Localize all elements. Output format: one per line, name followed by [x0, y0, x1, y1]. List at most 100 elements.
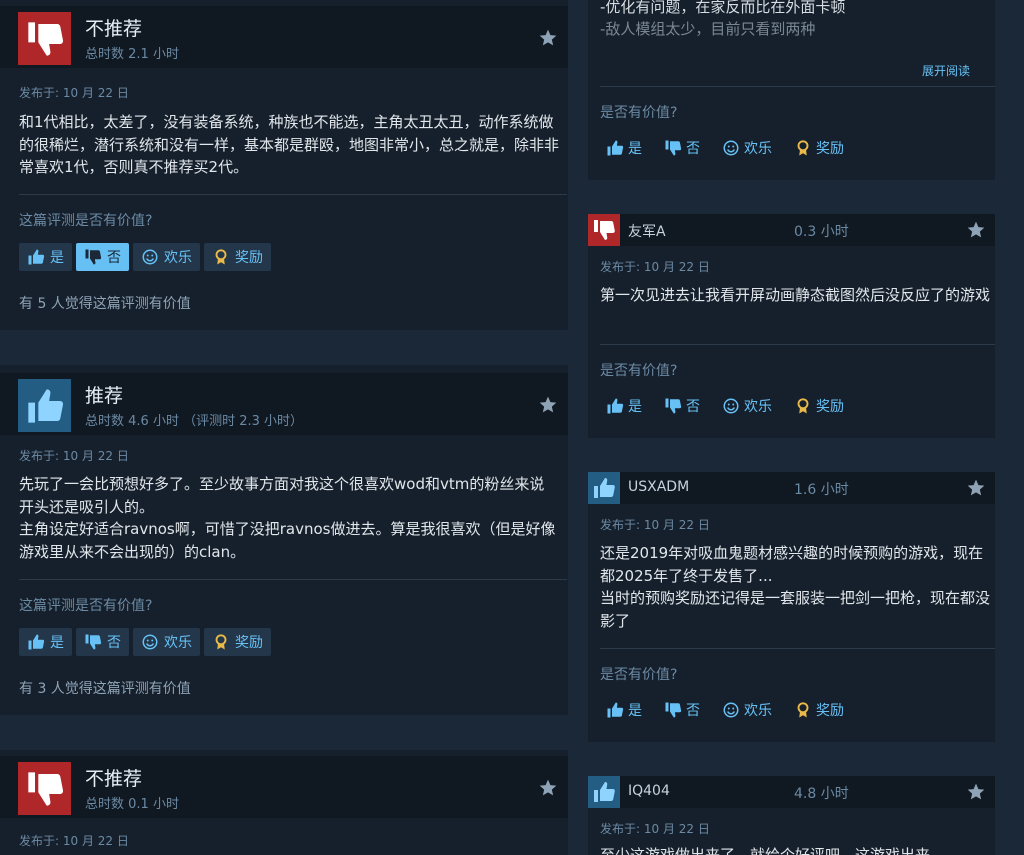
review-hours: 1.6 小时 [794, 482, 849, 498]
thumbs-down-icon [664, 701, 682, 719]
award-star-icon[interactable] [966, 782, 986, 802]
thumbs-down-icon [84, 248, 102, 266]
review-header[interactable]: 不推荐 总时数 0.1 小时 [0, 756, 568, 818]
review-text: 还是2019年对吸血鬼题材感兴趣的时候预购的游戏，现在都2025年了终于发售了.… [600, 542, 990, 632]
award-button[interactable]: 奖励 [204, 243, 271, 271]
award-star-icon[interactable] [538, 28, 558, 48]
vote-funny-button[interactable]: 欢乐 [133, 628, 200, 656]
thumbs-down-icon [18, 762, 71, 815]
vote-funny-label: 欢乐 [744, 399, 772, 415]
thumbs-up-icon [27, 248, 45, 266]
divider [600, 648, 995, 649]
review-hours: 4.8 小时 [794, 786, 849, 802]
review-posted-date: 发布于: 10 月 22 日 [600, 518, 710, 532]
review-text-line: 当时的预购奖励还记得是一套服装一把剑一把枪，现在都没影了 [600, 589, 991, 630]
thumbs-up-icon [588, 472, 620, 504]
vote-funny-label: 欢乐 [744, 703, 772, 719]
vote-no-button[interactable]: 否 [658, 696, 706, 724]
vote-yes-button[interactable]: 是 [600, 696, 648, 724]
review-hours: 0.3 小时 [794, 224, 849, 240]
award-star-icon[interactable] [538, 778, 558, 798]
thumbs-up-icon [606, 701, 624, 719]
vote-yes-button[interactable]: 是 [600, 392, 648, 420]
review-text: 先玩了一会比预想好多了。至少故事方面对我这个很喜欢wod和vtm的粉丝来说开头还… [19, 473, 559, 563]
thumbs-down-icon [588, 214, 620, 246]
award-medal-icon [794, 397, 812, 415]
thumbs-down-icon [84, 633, 102, 651]
helpful-question: 是否有价值? [600, 105, 678, 121]
review-text-line: 还是2019年对吸血鬼题材感兴趣的时候预购的游戏，现在都2025年了终于发售了.… [600, 544, 984, 585]
review-card: 推荐 总时数 4.6 小时 （评测时 2.3 小时） 发布于: 10 月 22 … [0, 365, 568, 715]
smile-icon [722, 701, 740, 719]
vote-no-button[interactable]: 否 [658, 392, 706, 420]
review-verdict: 不推荐 [85, 768, 143, 790]
review-text: 至少这游戏做出来了，就给个好评吧，这游戏出来 [600, 846, 931, 855]
review-text: 和1代相比，太差了，没有装备系统，种族也不能选，主角太丑太丑，动作系统做的很稀烂… [19, 113, 560, 176]
vote-funny-button[interactable]: 欢乐 [716, 134, 778, 162]
review-text-line: 主角设定好适合ravnos啊，可惜了没把ravnos做进去。算是我很喜欢（但是好… [19, 520, 556, 561]
award-button[interactable]: 奖励 [788, 134, 850, 162]
review-hours: 总时数 0.1 小时 [85, 797, 179, 812]
vote-no-button[interactable]: 否 [76, 243, 129, 271]
review-header[interactable]: 友军A 0.3 小时 [588, 214, 995, 246]
review-header[interactable]: 不推荐 总时数 2.1 小时 [0, 6, 568, 68]
vote-funny-label: 欢乐 [744, 141, 772, 157]
divider [600, 344, 995, 345]
vote-yes-label: 是 [50, 635, 64, 651]
reviewer-name[interactable]: IQ404 [628, 783, 670, 799]
smile-icon [722, 139, 740, 157]
review-header[interactable]: IQ404 4.8 小时 [588, 776, 995, 808]
award-label: 奖励 [816, 399, 844, 415]
review-text-line: -优化有问题，在家反而比在外面卡顿 [600, 0, 846, 16]
vote-no-button[interactable]: 否 [658, 134, 706, 162]
vote-yes-label: 是 [628, 399, 642, 415]
reviewer-name[interactable]: USXADM [628, 479, 689, 495]
thumbs-up-icon [606, 139, 624, 157]
thumbs-up-icon [27, 633, 45, 651]
helpful-question: 是否有价值? [600, 363, 678, 379]
vote-no-button[interactable]: 否 [76, 628, 129, 656]
award-star-icon[interactable] [538, 395, 558, 415]
award-label: 奖励 [816, 703, 844, 719]
review-hours: 总时数 2.1 小时 [85, 47, 179, 62]
review-posted-date: 发布于: 10 月 22 日 [600, 822, 710, 836]
smile-icon [722, 397, 740, 415]
review-header[interactable]: 推荐 总时数 4.6 小时 （评测时 2.3 小时） [0, 373, 568, 435]
vote-funny-button[interactable]: 欢乐 [716, 392, 778, 420]
right-review-column: -优化有问题，在家反而比在外面卡顿 -敌人模组太少，目前只看到两种 展开阅读 是… [588, 0, 1006, 855]
helpful-count: 有 3 人觉得这篇评测有价值 [19, 681, 191, 697]
vote-yes-label: 是 [50, 250, 64, 266]
divider [19, 579, 567, 580]
review-posted-date: 发布于: 10 月 22 日 [19, 86, 129, 100]
review-posted-date: 发布于: 10 月 22 日 [19, 834, 129, 848]
award-label: 奖励 [816, 141, 844, 157]
vote-yes-button[interactable]: 是 [19, 243, 72, 271]
award-star-icon[interactable] [966, 220, 986, 240]
review-posted-date: 发布于: 10 月 22 日 [600, 260, 710, 274]
review-header[interactable]: USXADM 1.6 小时 [588, 472, 995, 504]
review-verdict: 不推荐 [85, 18, 143, 40]
reviewer-name[interactable]: 友军A [628, 221, 666, 241]
expand-link[interactable]: 展开阅读 [922, 62, 970, 79]
award-button[interactable]: 奖励 [204, 628, 271, 656]
vote-no-label: 否 [686, 399, 700, 415]
vote-no-label: 否 [107, 635, 121, 651]
thumbs-up-icon [588, 776, 620, 808]
award-label: 奖励 [235, 250, 263, 266]
review-card: 不推荐 总时数 0.1 小时 发布于: 10 月 22 日 [0, 750, 568, 855]
vote-buttons: 是 否 欢乐 奖励 [600, 392, 850, 420]
helpful-question: 这篇评测是否有价值? [19, 213, 153, 229]
review-card: -优化有问题，在家反而比在外面卡顿 -敌人模组太少，目前只看到两种 展开阅读 是… [588, 0, 995, 180]
award-button[interactable]: 奖励 [788, 392, 850, 420]
award-star-icon[interactable] [966, 478, 986, 498]
helpful-question: 是否有价值? [600, 667, 678, 683]
award-button[interactable]: 奖励 [788, 696, 850, 724]
vote-funny-button[interactable]: 欢乐 [133, 243, 200, 271]
review-card: USXADM 1.6 小时 发布于: 10 月 22 日 还是2019年对吸血鬼… [588, 472, 995, 742]
vote-yes-button[interactable]: 是 [19, 628, 72, 656]
vote-yes-button[interactable]: 是 [600, 134, 648, 162]
thumbs-up-icon [18, 379, 71, 432]
vote-funny-button[interactable]: 欢乐 [716, 696, 778, 724]
review-verdict: 推荐 [85, 385, 124, 407]
vote-buttons: 是 否 欢乐 奖励 [19, 628, 271, 656]
